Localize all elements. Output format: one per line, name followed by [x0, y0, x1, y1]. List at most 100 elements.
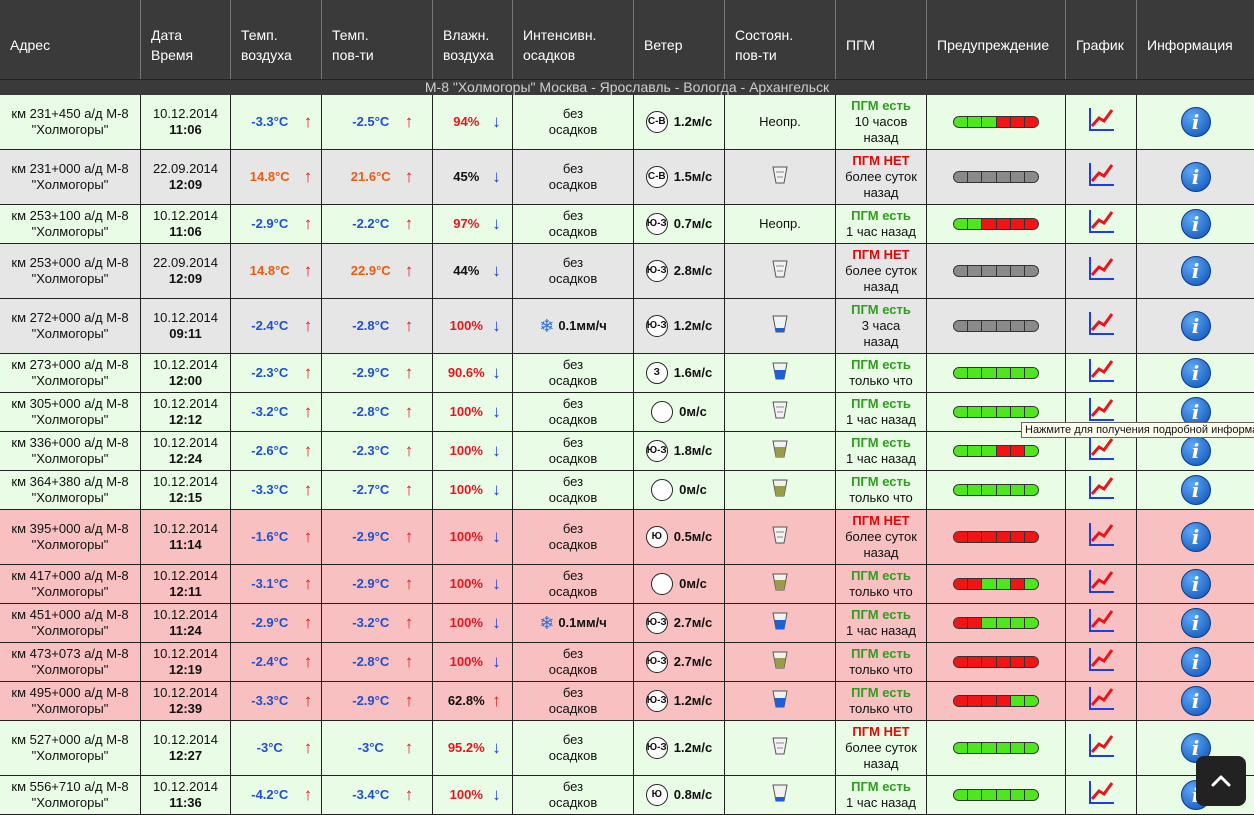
- info-cell: i: [1137, 643, 1254, 681]
- header-surface-temp[interactable]: Темп. пов-ти: [322, 0, 433, 79]
- chart-button[interactable]: [1086, 161, 1116, 193]
- trend-up-arrow-icon: ↑: [303, 402, 313, 421]
- time-text: 12:24: [168, 451, 203, 466]
- table-row: км 451+000 а/д М-8 "Холмогоры" 10.12.2014…: [0, 604, 1254, 643]
- header-humidity[interactable]: Влажн. воздуха: [433, 0, 513, 79]
- warning-segment: [968, 407, 983, 417]
- chart-button[interactable]: [1086, 521, 1116, 553]
- info-button[interactable]: i: [1180, 311, 1211, 341]
- precip-cell: без осадков: [513, 643, 634, 681]
- header-info[interactable]: Информация: [1137, 0, 1254, 79]
- pgm-cell: ПГМ есть 3 часа назад: [836, 299, 927, 353]
- header-surface-state[interactable]: Состоян. пов-ти: [725, 0, 836, 79]
- table-row: км 231+450 а/д М-8 "Холмогоры" 10.12.2014…: [0, 95, 1254, 150]
- chevron-up-icon: [1211, 775, 1231, 787]
- warning-segment: [996, 743, 1011, 753]
- wind-cell: С-В 1.2м/с: [634, 95, 725, 149]
- pgm-status: ПГМ есть: [851, 646, 911, 661]
- warning-segment: [1024, 368, 1038, 378]
- info-button[interactable]: i: [1180, 475, 1211, 505]
- info-button[interactable]: i: [1180, 107, 1211, 137]
- humidity-cell: 100% ↓: [433, 776, 513, 814]
- pgm-cell: ПГМ НЕТ более суток назад: [836, 721, 927, 775]
- address-cell: км 272+000 а/д М-8 "Холмогоры": [0, 299, 141, 353]
- wind-cell: Ю-З 1.2м/с: [634, 299, 725, 353]
- warning-segment: [1010, 579, 1025, 589]
- surface-state-cell: Неопр.: [725, 205, 836, 243]
- warning-segment: [1024, 485, 1038, 495]
- info-button[interactable]: i: [1180, 647, 1211, 677]
- chart-button[interactable]: [1086, 568, 1116, 600]
- warning-segment: [968, 172, 983, 182]
- surface-temp-value: -2.8°C: [352, 318, 390, 333]
- header-datetime[interactable]: Дата Время: [141, 0, 231, 79]
- info-button[interactable]: i: [1180, 358, 1211, 388]
- chart-button[interactable]: [1086, 607, 1116, 639]
- chart-button[interactable]: [1086, 685, 1116, 717]
- address-cell: км 527+000 а/д М-8 "Холмогоры": [0, 721, 141, 775]
- air-temp-cell: -2.9°C ↑: [231, 205, 322, 243]
- chart-cell: [1066, 244, 1137, 298]
- surface-state-cell: [725, 682, 836, 720]
- chart-button[interactable]: [1086, 474, 1116, 506]
- chart-button[interactable]: [1086, 646, 1116, 678]
- wind-speed: 2.8м/с: [673, 263, 713, 278]
- surface-temp-cell: -3°C ↑: [322, 721, 433, 775]
- surface-state-cell: [725, 299, 836, 353]
- header-wind[interactable]: Ветер: [634, 0, 725, 79]
- wind-speed: 0.7м/с: [673, 216, 713, 231]
- trend-up-arrow-icon: ↑: [404, 613, 414, 632]
- air-temp-value: -2.3°C: [251, 365, 289, 380]
- chart-button[interactable]: [1086, 310, 1116, 342]
- pgm-time: 1 час назад: [846, 224, 916, 239]
- header-address[interactable]: Адрес: [0, 0, 141, 79]
- time-text: 12:19: [168, 662, 203, 677]
- info-icon: i: [1191, 572, 1200, 596]
- warning-segment: [1010, 743, 1025, 753]
- snowflake-icon: ❄: [539, 613, 555, 633]
- pgm-time: только что: [849, 490, 913, 505]
- chart-button[interactable]: [1086, 357, 1116, 389]
- air-temp-value: -3.2°C: [251, 404, 289, 419]
- chart-cell: [1066, 471, 1137, 509]
- info-button[interactable]: i: [1180, 209, 1211, 239]
- warning-segment: [1010, 266, 1025, 276]
- info-button[interactable]: i: [1180, 162, 1211, 192]
- info-button[interactable]: i: [1180, 569, 1211, 599]
- header-warning[interactable]: Предупреждение: [927, 0, 1066, 79]
- address-cell: км 417+000 а/д М-8 "Холмогоры": [0, 565, 141, 603]
- info-button[interactable]: i: [1180, 436, 1211, 466]
- header-precipitation[interactable]: Интенсивн. осадков: [513, 0, 634, 79]
- chart-button[interactable]: [1086, 435, 1116, 467]
- warning-segment: [996, 579, 1011, 589]
- chart-button[interactable]: [1086, 208, 1116, 240]
- chart-icon: [1089, 476, 1114, 499]
- surface-state-cell: Неопр.: [725, 95, 836, 149]
- warning-bar: [953, 484, 1039, 496]
- chart-button[interactable]: [1086, 255, 1116, 287]
- warning-cell: [927, 150, 1066, 204]
- chart-button[interactable]: [1086, 732, 1116, 764]
- info-button[interactable]: i: [1180, 608, 1211, 638]
- trend-up-arrow-icon: ↑: [404, 261, 414, 280]
- header-pgm[interactable]: ПГМ: [836, 0, 927, 79]
- info-button[interactable]: i: [1180, 686, 1211, 716]
- chart-button[interactable]: [1086, 779, 1116, 811]
- chart-cell: [1066, 299, 1137, 353]
- header-air-temp[interactable]: Темп. воздуха: [231, 0, 322, 79]
- info-button[interactable]: i: [1180, 256, 1211, 286]
- precip-cell: без осадков: [513, 471, 634, 509]
- datetime-cell: 10.12.2014 11:06: [141, 205, 231, 243]
- info-icon: i: [1191, 259, 1200, 283]
- air-temp-cell: -1.6°C ↑: [231, 510, 322, 564]
- humidity-value: 94%: [453, 114, 480, 129]
- warning-segment: [996, 219, 1011, 229]
- surface-temp-cell: -2.8°C ↑: [322, 299, 433, 353]
- info-button[interactable]: i: [1180, 522, 1211, 552]
- header-chart[interactable]: График: [1066, 0, 1137, 79]
- chart-button[interactable]: [1086, 106, 1116, 138]
- scroll-to-top-button[interactable]: [1196, 756, 1246, 806]
- wind-speed: 1.2м/с: [673, 318, 713, 333]
- pgm-status: ПГМ НЕТ: [852, 724, 910, 739]
- surface-temp-cell: -3.4°C ↑: [322, 776, 433, 814]
